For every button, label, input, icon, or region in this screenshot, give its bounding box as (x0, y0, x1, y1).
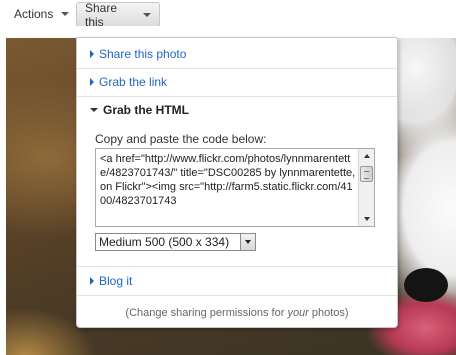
sharing-permissions-note[interactable]: (Change sharing permissions for your pho… (77, 300, 397, 326)
triangle-right-icon (90, 277, 94, 285)
size-select-value: Medium 500 (500 x 334) (99, 235, 230, 249)
share-photo-link[interactable]: Share this photo (99, 47, 186, 61)
grab-html-heading[interactable]: Grab the HTML (103, 103, 189, 117)
blog-it-section: Blog it (77, 267, 397, 296)
share-photo-section: Share this photo (77, 40, 397, 69)
footer-text-end: photos) (308, 307, 349, 319)
copy-instructions: Copy and paste the code below: (95, 132, 267, 146)
scroll-up-arrow-icon[interactable] (359, 149, 374, 163)
grab-link-section: Grab the link (77, 68, 397, 97)
share-dropdown-panel: Share this photo Grab the link Grab the … (76, 37, 398, 328)
html-code-textarea[interactable]: <a href="http://www.flickr.com/photos/ly… (95, 148, 375, 227)
footer-text-start: (Change sharing permissions for (125, 307, 288, 319)
share-this-label: Share this (85, 0, 118, 29)
blog-it-toggle[interactable]: Blog it (77, 267, 397, 295)
caret-down-icon (143, 12, 151, 17)
size-select[interactable]: Medium 500 (500 x 334) (95, 233, 256, 251)
photo-toolbar: Actions Share this (0, 0, 456, 30)
actions-menu-button[interactable]: Actions (6, 2, 74, 26)
code-scrollbar[interactable] (358, 149, 374, 226)
caret-down-icon (61, 12, 70, 16)
chevron-down-icon[interactable] (240, 234, 255, 250)
triangle-down-icon (90, 108, 98, 112)
triangle-right-icon (90, 78, 94, 86)
grab-link-toggle[interactable]: Grab the link (77, 68, 397, 96)
grab-link-link[interactable]: Grab the link (99, 75, 167, 89)
triangle-right-icon (90, 50, 94, 58)
scroll-thumb[interactable] (360, 166, 373, 182)
grab-html-section: Grab the HTML Copy and paste the code be… (77, 96, 397, 267)
dog-nose (404, 268, 448, 302)
actions-label: Actions (14, 7, 54, 21)
scroll-down-arrow-icon[interactable] (359, 212, 374, 226)
grab-html-toggle[interactable]: Grab the HTML (77, 96, 397, 124)
blog-it-link[interactable]: Blog it (99, 274, 132, 288)
share-this-menu-button[interactable]: Share this (76, 0, 160, 29)
html-code-text[interactable]: <a href="http://www.flickr.com/photos/ly… (100, 152, 356, 225)
share-photo-toggle[interactable]: Share this photo (77, 40, 397, 68)
footer-text-emphasis: your (287, 307, 309, 319)
